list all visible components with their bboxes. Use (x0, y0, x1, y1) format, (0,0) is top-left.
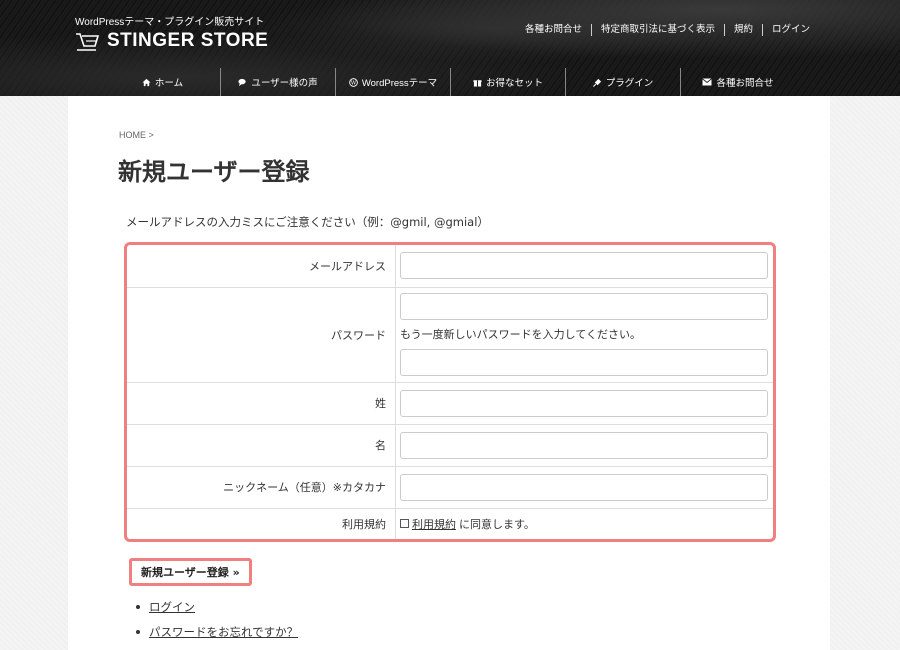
nav-item-sets[interactable]: お得なセット (450, 68, 565, 96)
nav-label: ホーム (154, 78, 184, 89)
wordpress-icon: W (349, 77, 358, 87)
plug-icon (592, 78, 601, 87)
header-utility-links: 各種お問合せ 特定商取引法に基づく表示 規約 ログイン (516, 24, 810, 36)
terms-agree: 利用規約 に同意します。 (400, 516, 768, 532)
nickname-label: ニックネーム（任意）※カタカナ (127, 465, 396, 508)
email-input[interactable] (400, 252, 768, 280)
logo-text: STINGER STORE (107, 30, 269, 51)
row-password: パスワード もう一度新しいパスワードを入力してください。 (127, 286, 773, 382)
nav-label: ユーザー様の声 (251, 78, 318, 89)
envelope-icon (702, 78, 713, 86)
background-pattern-left (0, 96, 68, 650)
row-firstname: 名 (127, 423, 773, 466)
top-link-contact[interactable]: 各種お問合せ (516, 24, 591, 36)
password-input[interactable] (400, 293, 768, 320)
login-link[interactable]: ログイン (149, 599, 195, 615)
terms-link[interactable]: 利用規約 (412, 516, 456, 532)
top-link-terms[interactable]: 規約 (723, 24, 762, 36)
list-item: ログイン (136, 594, 298, 619)
nickname-input[interactable] (400, 473, 768, 501)
list-item: パスワードをお忘れですか？ (136, 619, 298, 644)
home-icon (142, 78, 151, 86)
nav-item-themes[interactable]: W WordPressテーマ (335, 68, 450, 96)
firstname-label: 名 (127, 423, 396, 466)
main-content: HOME > 新規ユーザー登録 メールアドレスの入力ミスにご注意ください（例：@… (68, 96, 830, 650)
row-terms: 利用規約 利用規約 に同意します。 (127, 507, 773, 539)
email-label: メールアドレス (127, 245, 396, 287)
nav-label: プラグイン (605, 78, 654, 89)
password-label: パスワード (127, 286, 396, 382)
gift-icon (473, 79, 482, 87)
top-link-legal[interactable]: 特定商取引法に基づく表示 (590, 24, 724, 36)
svg-text:W: W (351, 80, 357, 86)
site-header: WordPressテーマ・プラグイン販売サイト STINGER STORE 各種… (0, 0, 900, 96)
page-title: 新規ユーザー登録 (118, 157, 310, 186)
terms-agree-text: に同意します。 (459, 517, 535, 531)
terms-label: 利用規約 (127, 507, 396, 539)
row-nickname: ニックネーム（任意）※カタカナ (127, 465, 773, 508)
bullet-icon (136, 629, 140, 634)
site-logo[interactable]: STINGER STORE (75, 28, 268, 54)
nav-item-contact[interactable]: 各種お問合せ (680, 68, 795, 96)
nav-label: WordPressテーマ (361, 78, 438, 89)
nav-item-voices[interactable]: ユーザー様の声 (220, 68, 335, 96)
nav-label: 各種お問合せ (716, 78, 774, 89)
nav-label: お得なセット (485, 78, 543, 89)
cart-icon (76, 33, 99, 51)
password-confirm-note: もう一度新しいパスワードを入力してください。 (400, 328, 642, 341)
breadcrumb[interactable]: HOME > (119, 130, 154, 140)
lastname-label: 姓 (127, 381, 396, 424)
comments-icon (238, 78, 246, 86)
forgot-password-link[interactable]: パスワードをお忘れですか？ (149, 624, 298, 640)
auth-links: ログイン パスワードをお忘れですか？ (136, 594, 298, 644)
row-lastname: 姓 (127, 381, 773, 424)
password-confirm-input[interactable] (400, 349, 768, 376)
registration-form: メールアドレス パスワード もう一度新しいパスワードを入力してください。 姓 名 (124, 242, 776, 542)
terms-checkbox[interactable] (400, 519, 409, 529)
site-tagline: WordPressテーマ・プラグイン販売サイト (75, 17, 265, 28)
registration-table: メールアドレス パスワード もう一度新しいパスワードを入力してください。 姓 名 (127, 245, 773, 539)
top-link-login[interactable]: ログイン (761, 24, 810, 36)
row-email: メールアドレス (127, 245, 773, 287)
email-typo-notice: メールアドレスの入力ミスにご注意ください（例：@gmil, @gmial） (126, 215, 489, 229)
nav-item-home[interactable]: ホーム (105, 68, 220, 96)
bullet-icon (136, 604, 140, 609)
background-pattern-right (830, 96, 900, 650)
nav-item-plugins[interactable]: プラグイン (565, 68, 680, 96)
global-nav: ホーム ユーザー様の声 W WordPressテーマ お得なセット プラグイン … (105, 68, 795, 96)
firstname-input[interactable] (400, 431, 768, 459)
register-submit-button[interactable]: 新規ユーザー登録 » (129, 558, 252, 586)
lastname-input[interactable] (400, 389, 768, 417)
